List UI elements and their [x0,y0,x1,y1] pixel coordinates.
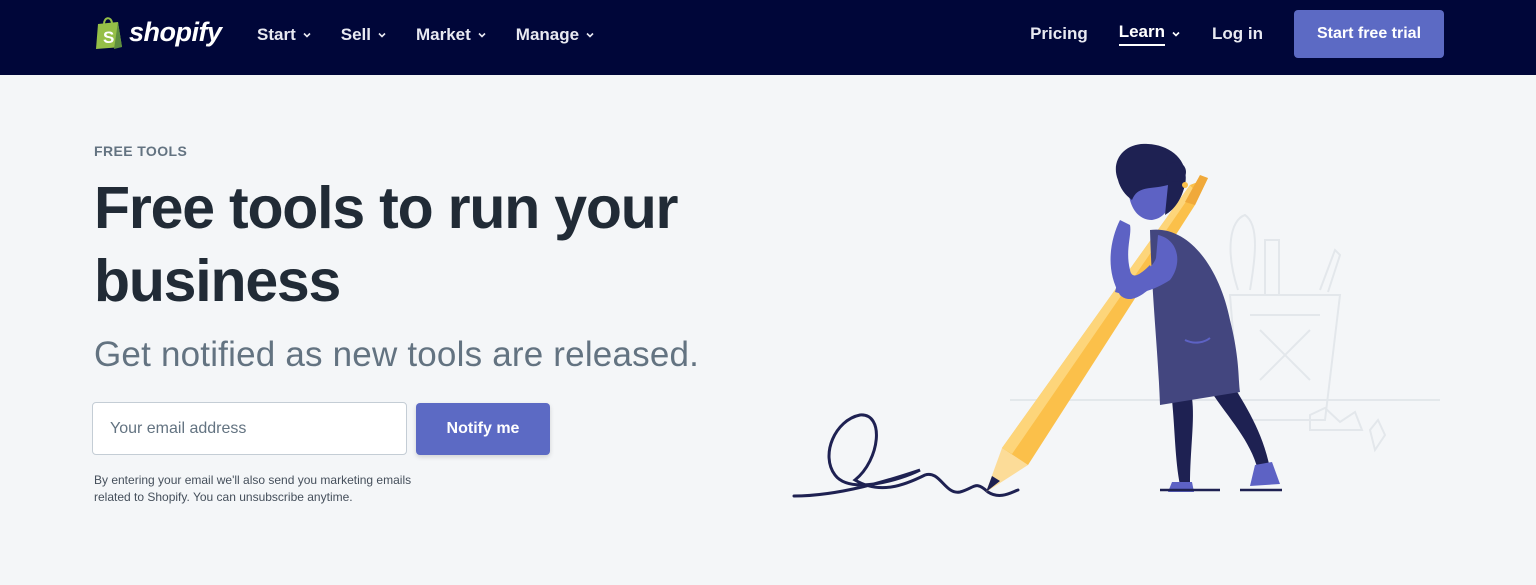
email-field[interactable] [92,402,407,455]
shopify-logo[interactable]: S shopify [94,15,222,50]
svg-text:S: S [103,28,114,47]
nav-item-label: Sell [340,25,371,44]
nav-item-label: Start [257,25,296,44]
chevron-down-icon [586,32,594,38]
chevron-down-icon [478,32,486,38]
pricing-link[interactable]: Pricing [1030,24,1088,44]
top-navigation-bar: S shopify Start Sell Market Manage Prici… [0,0,1536,75]
logo-wordmark: shopify [129,17,222,47]
nav-item-manage[interactable]: Manage [516,25,595,45]
section-eyebrow: FREE TOOLS [94,143,188,159]
notify-me-button[interactable]: Notify me [416,403,550,455]
login-link[interactable]: Log in [1212,24,1263,44]
page-title: Free tools to run your business [94,175,679,314]
nav-item-label: Manage [515,25,580,44]
start-free-trial-button[interactable]: Start free trial [1294,10,1444,58]
page-subtitle: Get notified as new tools are released. [94,335,700,374]
shopping-bag-icon: S [96,17,122,49]
pencil-person-illustration [792,143,1440,498]
chevron-down-icon [303,32,311,38]
nav-item-learn[interactable]: Learn [1118,22,1181,46]
primary-nav: Start Sell Market Manage [257,0,624,70]
marketing-disclaimer: By entering your email we'll also send y… [94,473,412,504]
nav-item-market[interactable]: Market [416,25,487,45]
nav-item-label: Learn [1118,22,1166,46]
secondary-nav: Pricing Learn Log in Start free trial [1030,10,1444,58]
nav-item-label: Market [415,25,471,44]
handwritten-line [792,413,1020,498]
chevron-down-icon [1172,31,1180,37]
nav-item-start[interactable]: Start [257,25,312,45]
chevron-down-icon [378,32,386,38]
nav-item-sell[interactable]: Sell [341,25,387,45]
